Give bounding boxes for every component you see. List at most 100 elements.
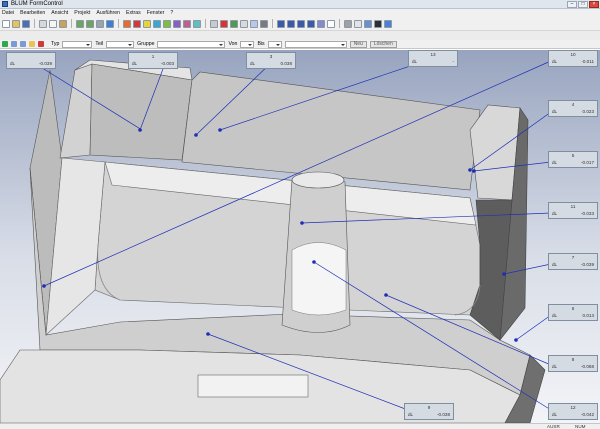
view-side-icon[interactable] [297, 19, 305, 28]
menu-bearbeiten[interactable]: Bearbeiten [20, 10, 45, 16]
run-icon[interactable] [2, 41, 8, 47]
rotate-icon[interactable] [230, 19, 238, 28]
app-icon [2, 1, 8, 7]
label-dl: dL [552, 59, 558, 64]
gruppe-select[interactable] [157, 40, 226, 48]
open-program-icon[interactable] [29, 41, 35, 47]
view-top-icon[interactable] [287, 19, 295, 28]
label-value: 0.038 [280, 61, 293, 66]
bis-label: Bis [257, 41, 265, 47]
label-value: -0.011 [581, 59, 594, 64]
label-dl: dL [132, 61, 138, 66]
zoom-icon[interactable] [240, 19, 248, 28]
plane-icon[interactable] [173, 19, 181, 28]
step-icon[interactable] [11, 41, 17, 47]
sphere-icon[interactable] [193, 19, 201, 28]
menu-datei[interactable]: Datei [2, 10, 14, 16]
menu-help[interactable]: ? [170, 10, 173, 16]
probe-icon[interactable] [133, 19, 141, 28]
settings-icon[interactable] [344, 19, 352, 28]
new-file-icon[interactable] [2, 19, 10, 28]
view-front-icon[interactable] [277, 19, 285, 28]
cylinder-icon[interactable] [183, 19, 191, 28]
measure-label-1[interactable]: 1 dL -0.003 [128, 52, 178, 69]
label-number: 10 [570, 52, 576, 57]
info-icon[interactable] [384, 19, 392, 28]
label-dl: dL [412, 59, 418, 64]
measure-label-3[interactable]: 3 dL 0.038 [246, 52, 296, 69]
print-icon[interactable] [96, 19, 104, 28]
menu-fenster[interactable]: Fenster [147, 10, 165, 16]
window-title: BLUM FormControl [11, 1, 63, 7]
typ-select[interactable] [62, 40, 93, 48]
label-number: 5 [571, 153, 575, 158]
measure-label-11[interactable]: 11 dL -0.033 [548, 202, 598, 219]
bis-select[interactable] [267, 40, 282, 48]
minimize-button[interactable]: – [567, 1, 577, 8]
toolbar-separator [34, 19, 35, 28]
filter-icon[interactable] [374, 19, 382, 28]
range-select[interactable] [284, 40, 347, 48]
3d-viewport[interactable]: 1 dL -0.003 dL -0.039 3 dL 0.038 13 dL -… [0, 50, 600, 423]
shaded-icon[interactable] [317, 19, 325, 28]
save-icon[interactable] [22, 19, 30, 28]
measure-label-12[interactable]: 12 dL -0.042 [548, 403, 598, 420]
measure-label-9[interactable]: 9 dL -0.038 [404, 403, 454, 420]
label-value: -0.038 [436, 412, 450, 417]
window-controls: – □ × [567, 1, 599, 8]
status-bar: AUSR NUM [0, 423, 600, 429]
wireframe-icon[interactable] [327, 19, 335, 28]
open-folder-icon[interactable] [12, 19, 20, 28]
undo-icon[interactable] [76, 19, 84, 28]
paste-icon[interactable] [59, 19, 67, 28]
menu-bar: Datei Bearbeiten Ansicht Projekt Ausführ… [0, 9, 600, 17]
fit-view-icon[interactable] [260, 19, 268, 28]
label-value: -0.033 [580, 211, 594, 216]
pan-icon[interactable] [250, 19, 258, 28]
axis-icon[interactable] [220, 19, 228, 28]
stop-icon[interactable] [38, 41, 44, 47]
app-window: BLUM FormControl – □ × Datei Bearbeiten … [0, 0, 600, 429]
grid-icon[interactable] [210, 19, 218, 28]
delete-button[interactable]: Löschen [369, 40, 397, 48]
new-button[interactable]: Neu [349, 40, 367, 48]
point-icon[interactable] [143, 19, 151, 28]
measure-label-7[interactable]: 7 dL -0.039 [548, 253, 598, 270]
menu-ansicht[interactable]: Ansicht [51, 10, 68, 16]
circle-icon[interactable] [163, 19, 171, 28]
redo-icon[interactable] [86, 19, 94, 28]
measure-label-13[interactable]: 13 dL - [408, 50, 458, 67]
right-block [469, 104, 521, 201]
measure-label-8[interactable]: 8 dL -0.068 [548, 355, 598, 372]
view-iso-icon[interactable] [307, 19, 315, 28]
menu-extras[interactable]: Extras [126, 10, 141, 16]
von-select[interactable] [240, 40, 255, 48]
back-wall [181, 71, 481, 191]
report-icon[interactable] [354, 19, 362, 28]
base-cutout [197, 374, 309, 398]
copy-icon[interactable] [49, 19, 57, 28]
line-icon[interactable] [153, 19, 161, 28]
export-icon[interactable] [364, 19, 372, 28]
menu-projekt[interactable]: Projekt [74, 10, 90, 16]
cut-icon[interactable] [39, 19, 47, 28]
teil-select[interactable] [106, 40, 135, 48]
label-number: 8 [571, 357, 575, 362]
label-dl: dL [552, 109, 558, 114]
measure-label-5[interactable]: 5 dL -0.017 [548, 151, 598, 168]
measure-icon[interactable] [123, 19, 131, 28]
step-back-icon[interactable] [20, 41, 26, 47]
menu-ausfuehren[interactable]: Ausführen [96, 10, 120, 16]
label-dl: dL [552, 364, 558, 369]
measure-label-6[interactable]: 6 dL 0.013 [548, 304, 598, 321]
von-label: Von [228, 41, 238, 47]
label-value: -0.039 [580, 262, 594, 267]
measure-label-2[interactable]: dL -0.039 [6, 52, 56, 69]
label-number: 7 [571, 255, 575, 260]
measure-label-4[interactable]: 4 dL 0.023 [548, 100, 598, 117]
maximize-button[interactable]: □ [578, 1, 588, 8]
close-button[interactable]: × [589, 1, 599, 8]
measure-label-10[interactable]: 10 dL -0.011 [548, 50, 598, 67]
help-icon[interactable] [106, 19, 114, 28]
label-value: 0.023 [582, 109, 595, 114]
